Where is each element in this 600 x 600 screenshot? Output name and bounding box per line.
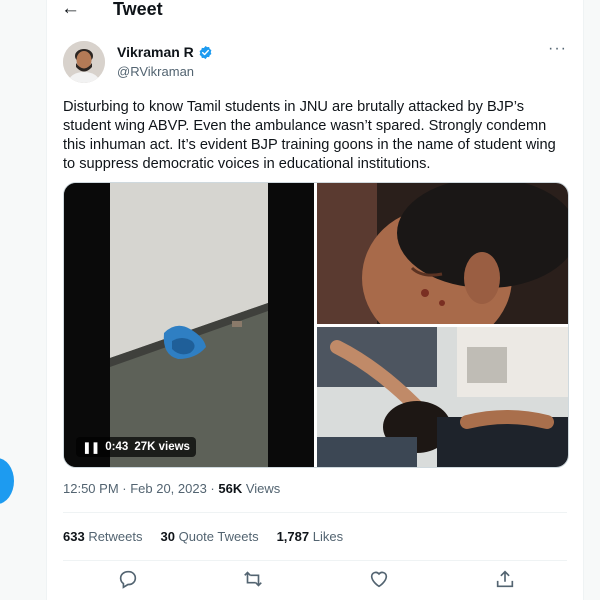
- retweets-stat[interactable]: 633 Retweets: [63, 529, 143, 544]
- video-duration: 0:43: [105, 441, 129, 453]
- reply-icon[interactable]: [117, 568, 139, 590]
- header: ← Tweet: [47, 0, 583, 26]
- divider: [63, 560, 567, 561]
- photo-tile-top[interactable]: [317, 183, 568, 324]
- video-thumbnail: [64, 183, 314, 467]
- share-icon[interactable]: [494, 568, 516, 590]
- engagement-stats: 633 Retweets 30 Quote Tweets 1,787 Likes: [63, 529, 343, 544]
- video-tile[interactable]: ❚❚ 0:43 27K views: [64, 183, 314, 467]
- more-icon[interactable]: ···: [548, 40, 567, 58]
- verified-badge-icon: [199, 45, 212, 59]
- heart-icon[interactable]: [368, 568, 390, 590]
- avatar[interactable]: [63, 41, 105, 83]
- compose-fab[interactable]: [0, 458, 14, 504]
- tweet-meta: 12:50 PM · Feb 20, 2023 · 56K Views: [63, 481, 280, 496]
- divider: [63, 512, 567, 513]
- likes-stat[interactable]: 1,787 Likes: [277, 529, 344, 544]
- photo-tile-bottom[interactable]: [317, 327, 568, 467]
- page-title: Tweet: [113, 0, 163, 19]
- tweet-timestamp[interactable]: 12:50 PM · Feb 20, 2023 ·: [63, 481, 218, 496]
- tweet-text: Disturbing to know Tamil students in JNU…: [63, 99, 556, 172]
- action-bar: [47, 568, 583, 596]
- video-views: 27K views: [134, 441, 190, 453]
- arrow-left-icon[interactable]: ←: [61, 0, 80, 20]
- avatar-image: [63, 41, 105, 83]
- views-label: Views: [242, 481, 281, 496]
- photo-injured-man-closeup: [317, 183, 568, 324]
- photo-injured-man-ambulance: [317, 327, 568, 467]
- views-count: 56K: [218, 481, 243, 496]
- author-name-row: Vikraman R: [117, 44, 213, 60]
- author-handle[interactable]: @RVikraman: [117, 64, 194, 79]
- tweet-column: ← Tweet Vikraman R @RVikraman ··· Distur…: [46, 0, 584, 600]
- retweet-icon[interactable]: [242, 568, 264, 590]
- media-grid: ❚❚ 0:43 27K views: [63, 182, 569, 468]
- video-badge: ❚❚ 0:43 27K views: [76, 437, 196, 457]
- author-name[interactable]: Vikraman R: [117, 44, 194, 60]
- pause-icon[interactable]: ❚❚: [82, 440, 100, 454]
- quotes-stat[interactable]: 30 Quote Tweets: [161, 529, 259, 544]
